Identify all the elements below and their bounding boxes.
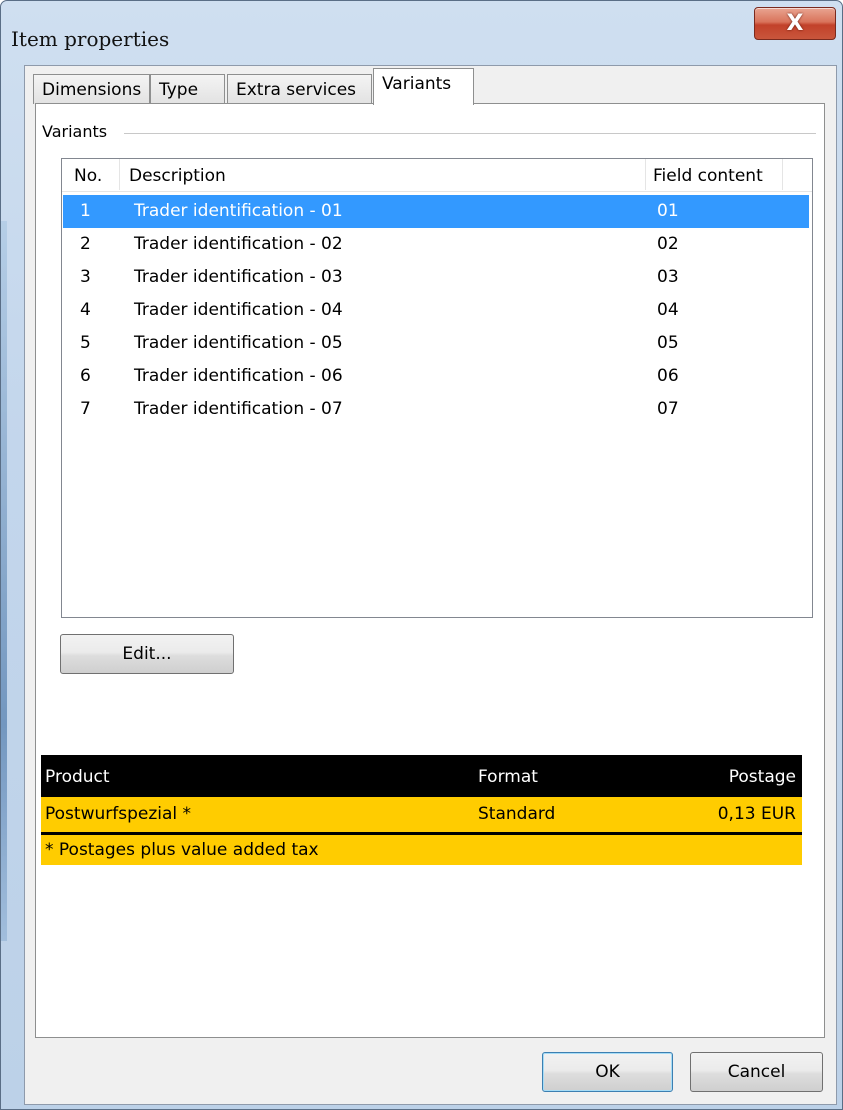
- row-field-content: 04: [657, 300, 679, 320]
- postage-value: 0,13 EUR: [717, 804, 796, 824]
- edit-button[interactable]: Edit...: [60, 634, 234, 674]
- column-separator[interactable]: [782, 159, 783, 190]
- tab-variants[interactable]: Variants: [373, 68, 474, 105]
- list-row[interactable]: 4 Trader identification - 04 04: [63, 294, 809, 327]
- row-field-content: 02: [657, 234, 679, 254]
- list-row[interactable]: 7 Trader identification - 07 07: [63, 393, 809, 426]
- header-postage: Postage: [728, 767, 796, 787]
- column-separator[interactable]: [119, 159, 120, 190]
- window-edge-decoration: [1, 221, 7, 941]
- row-number: 4: [80, 300, 91, 320]
- ok-button[interactable]: OK: [542, 1052, 673, 1092]
- dialog-window: Item properties X Dimensions Type Extra …: [0, 0, 843, 1110]
- row-description: Trader identification - 07: [134, 399, 343, 419]
- row-description: Trader identification - 03: [134, 267, 343, 287]
- footnote-text: * Postages plus value added tax: [45, 840, 319, 860]
- row-number: 2: [80, 234, 91, 254]
- column-header-no[interactable]: No.: [74, 166, 102, 186]
- window-title: Item properties: [11, 27, 170, 51]
- tab-dimensions[interactable]: Dimensions: [33, 74, 150, 104]
- column-header-description[interactable]: Description: [129, 166, 226, 186]
- list-row[interactable]: 2 Trader identification - 02 02: [63, 228, 809, 261]
- list-row[interactable]: 5 Trader identification - 05 05: [63, 327, 809, 360]
- header-product: Product: [45, 767, 110, 787]
- variants-group-label: Variants: [42, 122, 112, 141]
- list-row[interactable]: 1 Trader identification - 01 01: [63, 195, 809, 228]
- column-header-field-content[interactable]: Field content: [653, 166, 763, 186]
- header-format: Format: [478, 767, 538, 787]
- close-button[interactable]: X: [754, 7, 836, 40]
- dialog-client-area: Dimensions Type Extra services Variants …: [24, 65, 837, 1105]
- price-table-row: Postwurfspezial * Standard 0,13 EUR: [41, 797, 802, 835]
- list-row[interactable]: 6 Trader identification - 06 06: [63, 360, 809, 393]
- list-header: No. Description Field content: [62, 159, 812, 192]
- list-row[interactable]: 3 Trader identification - 03 03: [63, 261, 809, 294]
- format-value: Standard: [478, 804, 556, 824]
- row-field-content: 05: [657, 333, 679, 353]
- row-description: Trader identification - 05: [134, 333, 343, 353]
- row-description: Trader identification - 04: [134, 300, 343, 320]
- row-description: Trader identification - 02: [134, 234, 343, 254]
- row-field-content: 07: [657, 399, 679, 419]
- row-number: 1: [80, 201, 91, 221]
- row-number: 5: [80, 333, 91, 353]
- row-number: 3: [80, 267, 91, 287]
- variants-list[interactable]: No. Description Field content 1 Trader i…: [61, 158, 813, 618]
- row-description: Trader identification - 01: [134, 201, 343, 221]
- price-table-header: Product Format Postage: [41, 755, 802, 797]
- product-value: Postwurfspezial *: [45, 804, 192, 824]
- row-field-content: 06: [657, 366, 679, 386]
- row-field-content: 01: [657, 201, 679, 221]
- variants-tab-panel: Variants No. Description Field content 1…: [35, 103, 825, 1038]
- price-table-footnote: * Postages plus value added tax: [41, 835, 802, 865]
- tab-extra-services[interactable]: Extra services: [227, 74, 372, 104]
- row-description: Trader identification - 06: [134, 366, 343, 386]
- close-icon: X: [786, 11, 804, 36]
- row-number: 7: [80, 399, 91, 419]
- column-separator[interactable]: [645, 159, 646, 190]
- group-divider: [124, 133, 816, 134]
- row-number: 6: [80, 366, 91, 386]
- cancel-button[interactable]: Cancel: [690, 1052, 823, 1092]
- row-field-content: 03: [657, 267, 679, 287]
- tab-type[interactable]: Type: [150, 74, 225, 104]
